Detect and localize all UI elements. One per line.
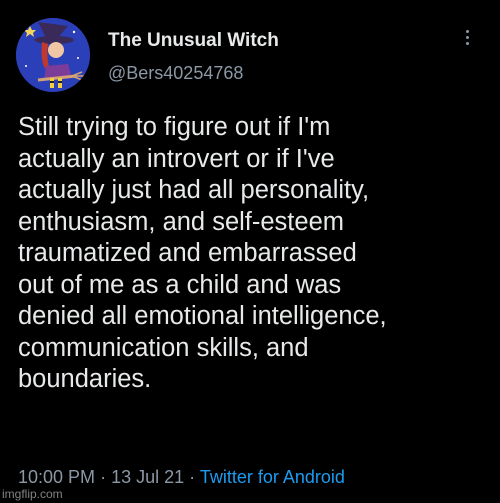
- tweet-card: The Unusual Witch @Bers40254768 Still tr…: [0, 0, 500, 503]
- author-handle[interactable]: @Bers40254768: [108, 63, 243, 84]
- tweet-source-link[interactable]: Twitter for Android: [200, 467, 345, 487]
- imgflip-watermark: imgflip.com: [2, 487, 63, 501]
- meta-separator: ·: [189, 467, 196, 487]
- tweet-metadata: 10:00 PM · 13 Jul 21 · Twitter for Andro…: [18, 467, 345, 488]
- tweet-time[interactable]: 10:00 PM: [18, 467, 95, 487]
- author-display-name[interactable]: The Unusual Witch: [108, 30, 279, 52]
- more-vertical-icon[interactable]: [462, 30, 472, 54]
- meta-separator: ·: [100, 467, 107, 487]
- tweet-text: Still trying to figure out if I'm actual…: [18, 113, 387, 393]
- tweet-date[interactable]: 13 Jul 21: [111, 467, 184, 487]
- witch-avatar-icon[interactable]: [16, 18, 90, 92]
